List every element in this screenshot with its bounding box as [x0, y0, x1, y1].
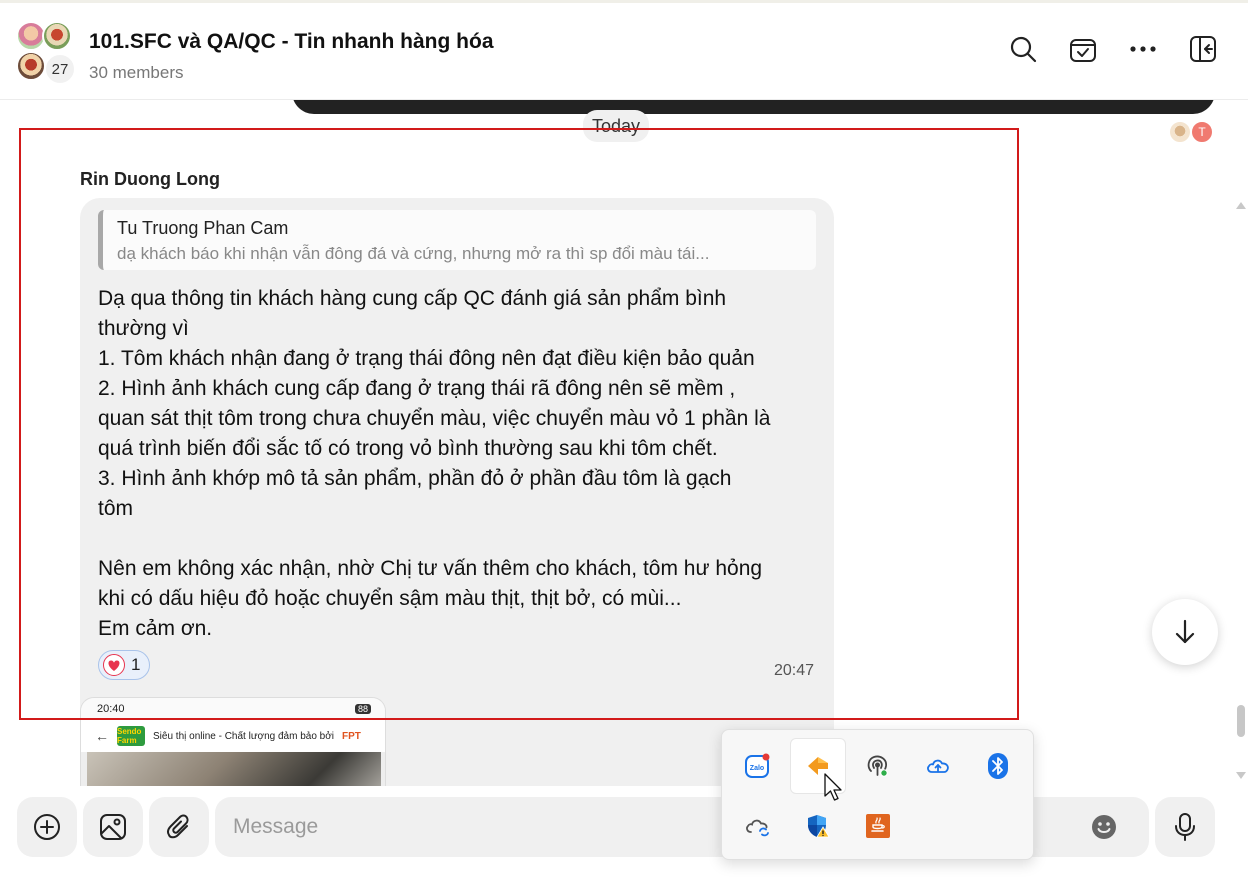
- message-line: Dạ qua thông tin khách hàng cung cấp QC …: [98, 287, 727, 310]
- seen-avatar: T: [1190, 120, 1214, 144]
- image-battery: 88: [354, 704, 371, 714]
- message-line: Em cảm ơn.: [98, 617, 213, 640]
- seen-avatar: [1168, 120, 1192, 144]
- previous-message-bubble[interactable]: [292, 100, 1215, 114]
- heart-icon: [103, 654, 125, 676]
- shield-warning-icon: [808, 815, 830, 838]
- message-line: [98, 524, 818, 554]
- cloud-sync-icon: [746, 819, 769, 837]
- message-line: 2. Hình ảnh khách cung cấp đang ở trạng …: [98, 377, 736, 400]
- hotspot-tray-icon[interactable]: [850, 738, 906, 794]
- image-status-bar: 20:40 88: [81, 698, 385, 720]
- photo-button[interactable]: [83, 797, 143, 857]
- message-line: khi có dấu hiệu đỏ hoặc chuyển sậm màu t…: [98, 587, 682, 610]
- search-button[interactable]: [1007, 33, 1039, 65]
- more-options-button[interactable]: [1127, 33, 1159, 65]
- message-line: Nên em không xác nhận, nhờ Chị tư vấn th…: [98, 557, 763, 580]
- fpt-logo: FPT: [342, 730, 361, 742]
- image-app-bar: ← Sendo Farm Siêu thị online - Chất lượn…: [81, 720, 385, 752]
- chat-header: 27 101.SFC và QA/QC - Tin nhanh hàng hóa…: [0, 0, 1248, 100]
- image-photo: [87, 752, 381, 786]
- seen-indicators: T: [1168, 120, 1218, 146]
- quoted-message[interactable]: Tu Truong Phan Cam dạ khách báo khi nhận…: [98, 210, 816, 270]
- paperclip-icon: [166, 814, 189, 839]
- scroll-up-arrow[interactable]: [1236, 202, 1246, 209]
- search-icon: [1010, 36, 1037, 63]
- hotspot-icon: [867, 755, 888, 777]
- cloud-sync-tray-icon[interactable]: [730, 798, 786, 854]
- group-avatar[interactable]: 27: [16, 21, 78, 85]
- zalo-icon-text: Zalo: [750, 765, 764, 772]
- zalo-tray-icon[interactable]: Zalo: [730, 738, 786, 794]
- attach-file-button[interactable]: [149, 797, 209, 857]
- scrollbar-thumb[interactable]: [1237, 705, 1245, 737]
- image-status-time: 20:40: [97, 703, 125, 715]
- java-tray-icon[interactable]: [850, 798, 906, 854]
- cloud-upload-icon: [927, 759, 949, 773]
- mouse-cursor-icon: [824, 773, 842, 801]
- microphone-icon: [1175, 813, 1195, 841]
- scroll-to-bottom-button[interactable]: [1152, 599, 1218, 665]
- message-text: Dạ qua thông tin khách hàng cung cấp QC …: [98, 284, 818, 644]
- message-line: quan sát thịt tôm trong chưa chuyển màu,…: [98, 407, 771, 430]
- bluetooth-icon: [988, 753, 1008, 779]
- message-line: tôm: [98, 497, 134, 520]
- security-shield-tray-icon[interactable]: [790, 798, 846, 854]
- zalo-icon: Zalo: [745, 753, 770, 778]
- image-icon: [100, 814, 126, 840]
- emoji-icon[interactable]: [1091, 814, 1117, 840]
- arrow-down-icon: [1175, 619, 1195, 644]
- onedrive-tray-icon[interactable]: [910, 738, 966, 794]
- quoted-text: dạ khách báo khi nhận vẫn đông đá và cứn…: [117, 244, 710, 263]
- scroll-down-arrow[interactable]: [1236, 772, 1246, 779]
- plus-circle-icon: [34, 814, 60, 840]
- message-time: 20:47: [773, 662, 814, 679]
- date-divider: Today: [583, 110, 650, 142]
- member-count-badge: 27: [44, 53, 76, 85]
- message-line: thường vì: [98, 317, 189, 340]
- member-avatar: [16, 51, 46, 81]
- heart-reaction[interactable]: 1: [98, 650, 151, 680]
- sendo-farm-logo: Sendo Farm: [117, 726, 145, 746]
- message-line: quá trình biến đổi sắc tố có trong vỏ bì…: [98, 437, 718, 460]
- calendar-check-icon: [1070, 39, 1096, 62]
- image-banner-text: Siêu thị online - Chất lượng đảm bảo bởi: [153, 730, 335, 742]
- message-list[interactable]: Today T Rin Duong Long Tu Truong Phan Ca…: [0, 100, 1248, 786]
- bluetooth-tray-icon[interactable]: [970, 738, 1026, 794]
- message-line: 1. Tôm khách nhận đang ở trạng thái đông…: [98, 347, 755, 370]
- image-message[interactable]: 20:40 88 ← Sendo Farm Siêu thị online - …: [80, 697, 386, 786]
- message-composer: [0, 786, 1248, 880]
- tasks-button[interactable]: [1067, 33, 1099, 65]
- message-line: 3. Hình ảnh khớp mô tả sản phẩm, phần đỏ…: [98, 467, 732, 490]
- message-sender-name[interactable]: Rin Duong Long: [80, 169, 220, 190]
- sidebar-panel-icon: [1190, 36, 1216, 62]
- java-cup-icon: [866, 814, 890, 838]
- voice-record-button[interactable]: [1155, 797, 1215, 857]
- member-avatar: [42, 21, 72, 51]
- add-button[interactable]: [17, 797, 77, 857]
- system-tray-overflow: Zalo: [721, 729, 1034, 860]
- back-arrow-icon: ←: [95, 728, 109, 744]
- quoted-author: Tu Truong Phan Cam: [117, 218, 289, 238]
- toggle-sidebar-button[interactable]: [1187, 33, 1219, 65]
- reaction-count: 1: [131, 655, 141, 674]
- member-count[interactable]: 30 members: [89, 63, 183, 83]
- chat-title[interactable]: 101.SFC và QA/QC - Tin nhanh hàng hóa: [89, 30, 494, 54]
- more-horizontal-icon: [1130, 46, 1156, 52]
